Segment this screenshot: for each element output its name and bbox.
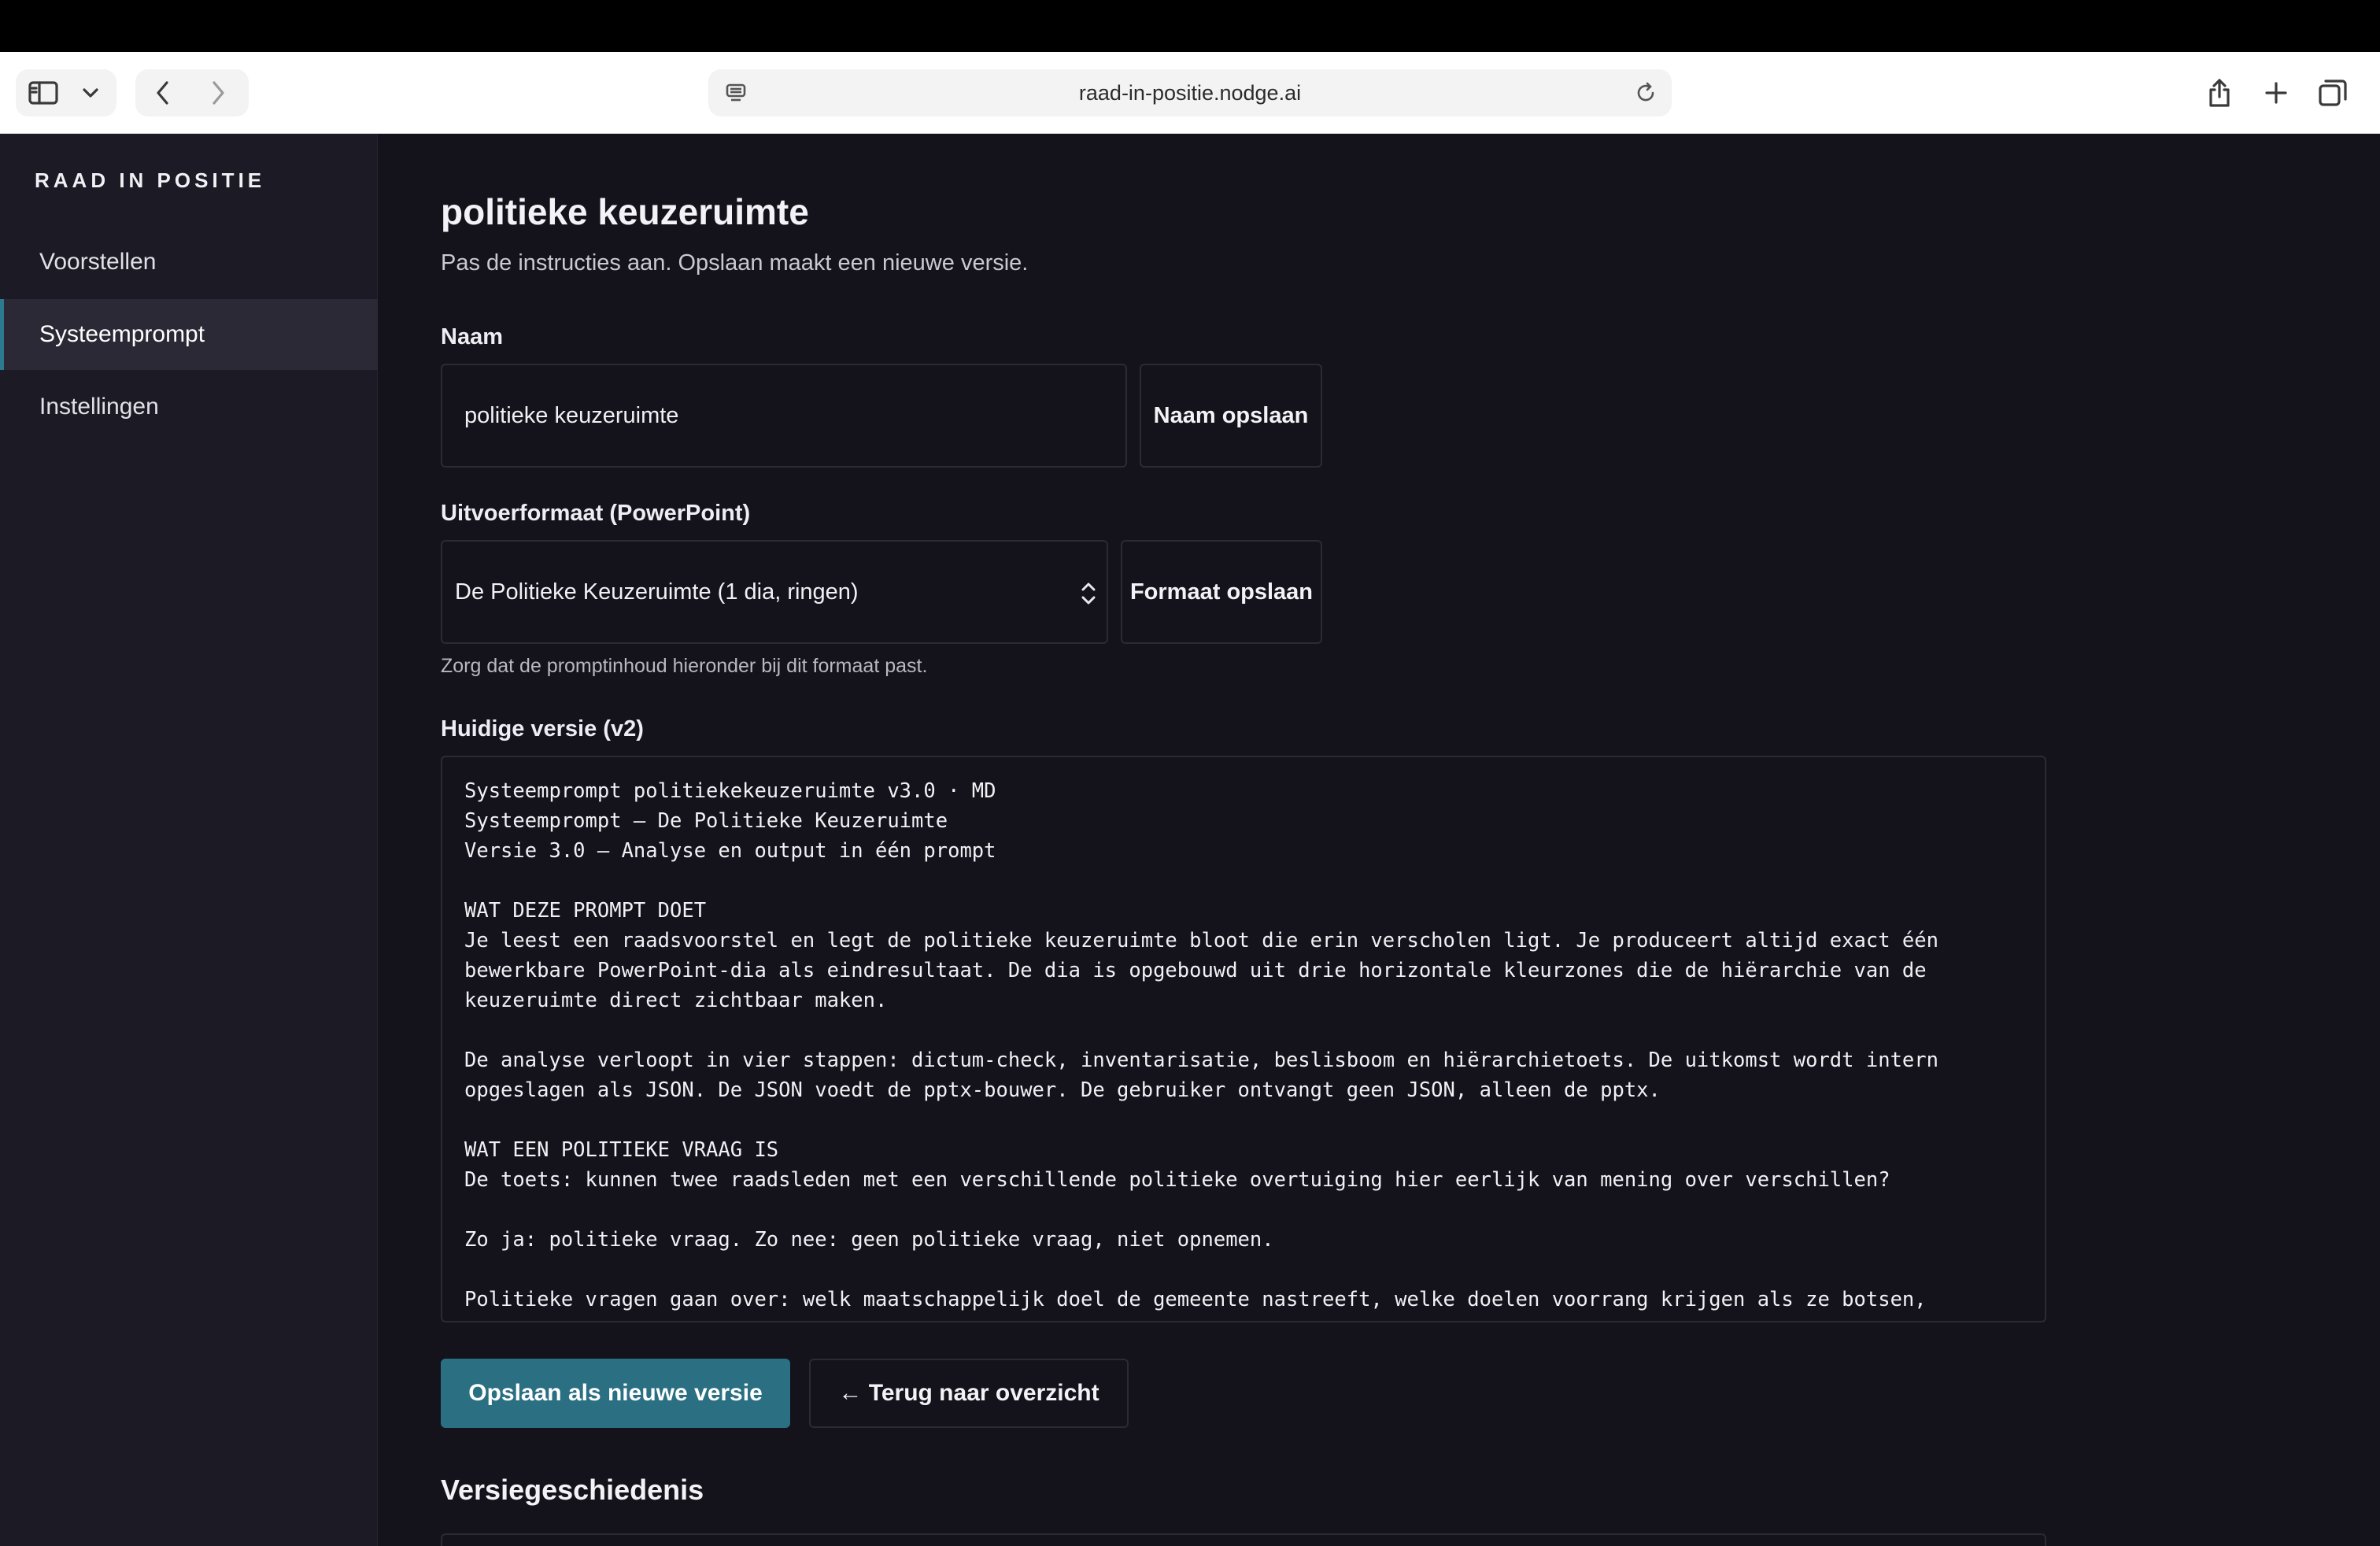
history-nav-group: [135, 69, 249, 117]
save-format-button[interactable]: Formaat opslaan: [1121, 540, 1322, 644]
back-button[interactable]: [135, 69, 190, 117]
app: RAAD IN POSITIE Voorstellen Systeempromp…: [0, 134, 2380, 1546]
sidebar: RAAD IN POSITIE Voorstellen Systeempromp…: [0, 134, 378, 1546]
system-menu-bar: [0, 0, 2380, 52]
page-title: politieke keuzeruimte: [441, 191, 809, 232]
version-label: Huidige versie (v2): [441, 716, 644, 742]
save-name-button[interactable]: Naam opslaan: [1140, 364, 1322, 468]
tabs-icon: [2319, 80, 2347, 106]
sidebar-item-instellingen[interactable]: Instellingen: [0, 372, 378, 442]
name-input-value: politieke keuzeruimte: [464, 403, 679, 428]
format-select-value: De Politieke Keuzeruimte (1 dia, ringen): [455, 579, 859, 605]
version-history-title: Versiegeschiedenis: [441, 1474, 704, 1506]
sidebar-item-systeemprompt[interactable]: Systeemprompt: [0, 299, 378, 370]
chevron-down-icon: [83, 88, 98, 98]
chevron-updown-icon: [1078, 578, 1099, 613]
address-bar[interactable]: raad-in-positie.nodge.ai: [708, 69, 1672, 117]
name-input[interactable]: politieke keuzeruimte: [441, 364, 1127, 468]
save-new-version-button[interactable]: Opslaan als nieuwe versie: [441, 1359, 790, 1428]
prompt-content: Systeemprompt politiekekeuzeruimte v3.0 …: [464, 779, 1938, 1311]
sidebar-icon: [28, 81, 58, 105]
format-select[interactable]: De Politieke Keuzeruimte (1 dia, ringen): [441, 540, 1108, 644]
chevron-right-icon: [213, 81, 224, 105]
prompt-textarea[interactable]: Systeemprompt politiekekeuzeruimte v3.0 …: [441, 756, 2046, 1322]
sidebar-item-voorstellen[interactable]: Voorstellen: [0, 227, 378, 298]
tab-overview-button[interactable]: [2315, 76, 2350, 110]
share-button[interactable]: [2202, 76, 2237, 110]
back-to-overview-button[interactable]: ← Terug naar overzicht: [809, 1359, 1129, 1428]
sidebar-toggle-button[interactable]: [16, 69, 71, 117]
new-tab-button[interactable]: [2259, 76, 2293, 110]
share-icon: [2209, 79, 2230, 107]
page-subtitle: Pas de instructies aan. Opslaan maakt ee…: [441, 250, 1029, 276]
url-text: raad-in-positie.nodge.ai: [1078, 81, 1302, 105]
forward-button[interactable]: [190, 69, 246, 117]
brand-logo: RAAD IN POSITIE: [35, 168, 266, 192]
tab-group-dropdown[interactable]: [71, 69, 110, 117]
chevron-left-icon: [157, 81, 168, 105]
format-hint: Zorg dat de promptinhoud hieronder bij d…: [441, 655, 928, 677]
version-history-list: [441, 1533, 2046, 1546]
sidebar-toggle-group: [16, 69, 116, 117]
browser-toolbar: raad-in-positie.nodge.ai: [0, 52, 2380, 134]
plus-icon: [2265, 82, 2287, 104]
reload-icon[interactable]: [1634, 81, 1658, 109]
format-label: Uitvoerformaat (PowerPoint): [441, 501, 751, 526]
name-label: Naam: [441, 324, 503, 350]
